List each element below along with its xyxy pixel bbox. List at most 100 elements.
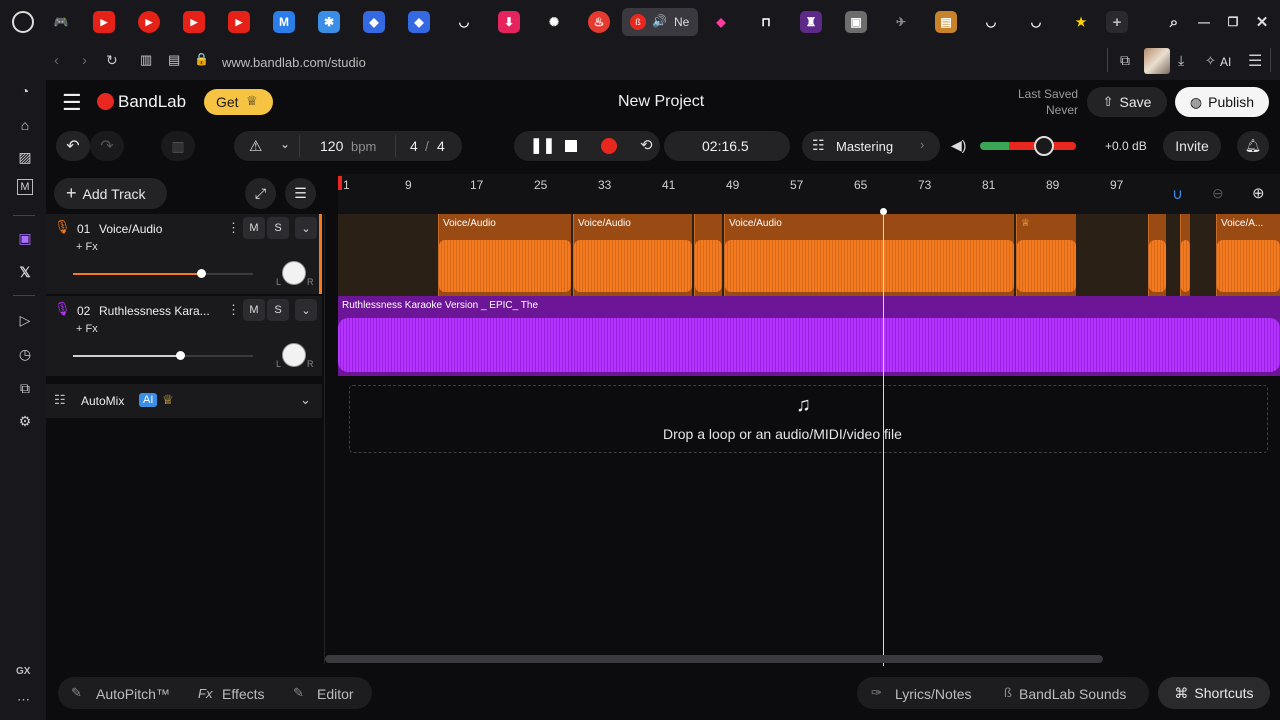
youtube-tab-icon[interactable]: ▶ [93, 11, 115, 33]
fire-tab-icon[interactable]: ♨ [588, 11, 610, 33]
browser-logo-icon[interactable] [12, 11, 34, 33]
wallet-icon[interactable]: ▥ [140, 52, 152, 68]
voice-clip[interactable] [694, 214, 722, 296]
solo-button[interactable]: S [267, 217, 289, 239]
effects-button[interactable]: Effects [222, 686, 265, 702]
bandlab-sounds-icon[interactable]: ß [1004, 685, 1012, 700]
pan-knob[interactable] [282, 261, 306, 285]
horizontal-scrollbar[interactable] [325, 655, 1103, 663]
automation-button[interactable]: ⤢ [245, 178, 276, 209]
ai-sparkle-icon[interactable]: ✧ [1205, 53, 1216, 69]
voice-clip[interactable] [1148, 214, 1166, 296]
time-signature-top[interactable]: 4 [410, 138, 418, 154]
more-icon[interactable]: ⋯ [17, 692, 30, 708]
profile-avatar[interactable] [1144, 48, 1170, 74]
track-volume-handle[interactable] [176, 351, 185, 360]
download-icon[interactable]: ⤓ [1178, 52, 1184, 69]
mute-button[interactable]: M [243, 299, 265, 321]
new-tab-icon[interactable]: + [1106, 11, 1128, 33]
active-tab[interactable]: ß 🔊 Ne [622, 8, 698, 36]
twitch-icon[interactable]: ▣ [14, 227, 36, 249]
playhead-head[interactable] [880, 208, 887, 215]
redo-button[interactable]: ↷ [90, 131, 124, 161]
pause-icon[interactable]: ❚❚ [530, 136, 555, 154]
roblox-tab-icon[interactable]: ◆ [363, 11, 385, 33]
youtube-tab-icon[interactable]: ▶ [228, 11, 250, 33]
solo-button[interactable]: S [267, 299, 289, 321]
stop-icon[interactable] [565, 140, 577, 152]
m-icon[interactable]: M [17, 179, 33, 195]
add-fx-button[interactable]: + Fx [76, 323, 98, 335]
notifications-button[interactable]: 🔔︎ [1237, 131, 1269, 161]
autopitch-icon[interactable]: ✎ [71, 685, 82, 701]
smile-tab-icon[interactable]: ◡ [980, 11, 1002, 33]
master-volume-meter[interactable] [980, 142, 1076, 150]
voice-clip[interactable]: Voice/Audio [438, 214, 571, 296]
smile-tab-icon[interactable]: ◡ [453, 11, 475, 33]
player-icon[interactable]: ▷ [14, 309, 36, 331]
karaoke-clip[interactable]: Ruthlessness Karaoke Version _ EPIC_ The [338, 296, 1280, 376]
chest-tab-icon[interactable]: ▤ [935, 11, 957, 33]
loop-icon[interactable]: ⟲ [640, 136, 653, 154]
undo-button[interactable]: ↶ [56, 131, 90, 161]
news-icon[interactable]: ▨ [14, 146, 36, 168]
publish-button[interactable]: ◍ Publish [1175, 87, 1269, 117]
settings-icon[interactable]: ⚙ [14, 410, 36, 432]
voice-clip[interactable]: ♕ [1016, 214, 1076, 296]
extensions-sidebar-icon[interactable]: ⧉ [14, 377, 36, 399]
cube-tab-icon[interactable]: ▣ [845, 11, 867, 33]
get-membership-button[interactable]: Get ♕ [204, 89, 273, 115]
extensions-icon[interactable]: ⧉ [1120, 52, 1130, 69]
mastering-button[interactable]: ☷ Mastering › [802, 131, 940, 161]
zoom-out-icon[interactable]: ⊖ [1212, 185, 1224, 202]
speaker-volume-icon[interactable]: ◀) [951, 137, 966, 154]
drop-zone[interactable]: ♫ Drop a loop or an audio/MIDI/video fil… [349, 385, 1268, 453]
track-options-icon[interactable]: ⋮ [227, 220, 240, 236]
pencil-icon[interactable]: ✎ [293, 685, 304, 701]
m-app-tab-icon[interactable]: M [273, 11, 295, 33]
mute-button[interactable]: M [243, 217, 265, 239]
search-icon[interactable]: ⌕ [1163, 11, 1185, 33]
snowflake-tab-icon[interactable]: ✱ [318, 11, 340, 33]
track-settings-button[interactable]: ☰ [285, 178, 316, 209]
lyrics-notes-button[interactable]: Lyrics/Notes [895, 686, 972, 702]
time-signature-bottom[interactable]: 4 [437, 138, 445, 154]
snap-magnet-icon[interactable]: ∪ [1172, 185, 1183, 203]
fx-icon[interactable]: Fx [198, 686, 212, 701]
track-options-icon[interactable]: ⋮ [227, 302, 240, 318]
star-tab-icon[interactable]: ★ [1070, 11, 1092, 33]
track-volume-handle[interactable] [197, 269, 206, 278]
close-icon[interactable]: ✕ [1251, 11, 1273, 33]
camera-icon[interactable]: ▤ [168, 52, 180, 68]
add-fx-button[interactable]: + Fx [76, 241, 98, 253]
chevron-down-icon[interactable]: ⌄ [295, 299, 317, 321]
back-icon[interactable]: ‹ [54, 52, 59, 69]
url-text[interactable]: www.bandlab.com/studio [222, 55, 366, 70]
invite-button[interactable]: Invite [1163, 131, 1221, 161]
voice-clip[interactable] [1180, 214, 1190, 296]
playhead[interactable] [883, 210, 884, 666]
reload-icon[interactable]: ↻ [106, 52, 118, 69]
roblox-tab-icon[interactable]: ◆ [408, 11, 430, 33]
voice-clip[interactable]: Voice/A... [1216, 214, 1280, 296]
diamond-tab-icon[interactable]: ◆ [710, 11, 732, 33]
download-tab-icon[interactable]: ⬇ [498, 11, 520, 33]
feather-icon[interactable]: ✑ [871, 685, 882, 701]
castle-tab-icon[interactable]: ♜ [800, 11, 822, 33]
track-header-karaoke[interactable]: 🎙︎ 02 Ruthlessness Kara... ⋮ M S ⌄ + Fx … [46, 296, 322, 376]
chevron-down-icon[interactable]: ⌄ [300, 392, 311, 408]
speed-dial-icon[interactable]: ◔ [14, 80, 36, 102]
autopitch-button[interactable]: AutoPitch™ [96, 686, 170, 702]
openai-tab-icon[interactable]: ✺ [543, 11, 565, 33]
editor-button[interactable]: Editor [317, 686, 354, 702]
project-title[interactable]: New Project [618, 93, 704, 111]
save-button[interactable]: ⇧ Save [1087, 87, 1167, 117]
chevron-down-icon[interactable]: ⌄ [280, 137, 290, 151]
menu-icon[interactable]: ☰ [1248, 51, 1262, 71]
tempo-value[interactable]: 120 [320, 138, 343, 154]
track-header-voice[interactable]: 🎙︎ 01 Voice/Audio ⋮ M S ⌄ + Fx L R [46, 214, 322, 294]
metronome-icon[interactable]: ⚠ [249, 137, 262, 155]
x-icon[interactable]: 𝕏 [14, 261, 36, 283]
piano-keys-button[interactable]: ▥ [161, 131, 195, 161]
automix-row[interactable]: ☷ AutoMix AI ♕ ⌄ [46, 384, 322, 418]
